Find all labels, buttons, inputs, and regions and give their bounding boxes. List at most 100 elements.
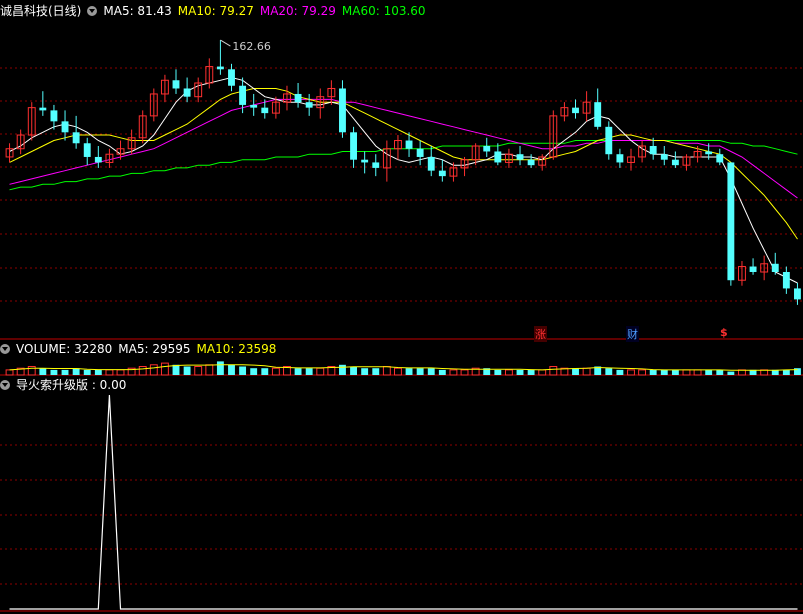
candle-body	[261, 107, 269, 114]
max-price-label: 162.66	[232, 40, 270, 53]
volume-bar	[538, 369, 547, 376]
candle-body	[605, 126, 613, 155]
volume-bar	[183, 366, 191, 375]
candle-body	[494, 151, 502, 163]
candle-body	[671, 159, 679, 166]
candle-body	[294, 93, 302, 103]
volume-bar	[361, 368, 369, 375]
volume-bar	[94, 369, 102, 375]
volume-bar	[372, 368, 380, 375]
volume-bar	[527, 369, 535, 375]
volume-bar	[239, 366, 247, 375]
volume-bar	[572, 368, 579, 375]
tag-finance[interactable]: 财	[626, 326, 639, 342]
volume-bar	[39, 368, 47, 375]
volume-bar	[261, 368, 269, 375]
volume-bar	[671, 369, 679, 375]
volume-bar	[682, 369, 691, 376]
candle-body	[94, 156, 102, 163]
volume-bar	[727, 371, 735, 375]
candle-body	[660, 154, 668, 160]
candle-body	[250, 104, 258, 108]
candle-body	[572, 107, 579, 114]
volume-bar	[305, 368, 313, 375]
volume-bar	[705, 369, 713, 375]
volume-bar	[339, 364, 346, 375]
volume-bar	[516, 369, 524, 375]
volume-bar	[72, 368, 80, 375]
volume-bar	[649, 369, 657, 375]
candle-body	[361, 159, 369, 163]
volume-bar	[782, 369, 790, 375]
volume-bar	[605, 368, 613, 375]
volume-bar	[549, 366, 558, 376]
indicator-line	[9, 394, 798, 610]
candle-body	[716, 154, 724, 163]
candle-body	[705, 151, 713, 155]
candle-body	[782, 272, 790, 289]
candle-body	[50, 110, 58, 122]
ma5-line	[9, 76, 798, 284]
candle-body	[72, 132, 80, 144]
volume-bar	[449, 369, 458, 376]
stock-chart[interactable]: 162.66	[0, 0, 803, 614]
volume-bar	[427, 368, 435, 375]
candle-body	[416, 148, 424, 157]
candle-body	[172, 80, 180, 89]
volume-bar	[316, 367, 325, 376]
volume-bar	[504, 369, 513, 376]
candle-body	[183, 88, 191, 97]
candle-body	[438, 170, 446, 177]
volume-ma-line	[9, 364, 798, 371]
volume-bar	[660, 369, 668, 375]
volume-bar	[582, 367, 591, 376]
candle-body	[350, 132, 358, 160]
candle-body	[39, 107, 47, 111]
volume-bar	[405, 368, 413, 375]
volume-bar	[83, 369, 91, 375]
volume-bar	[105, 369, 114, 376]
volume-bar	[350, 366, 358, 375]
candle-body	[727, 162, 735, 281]
candle-body	[649, 146, 657, 155]
candle-body	[405, 140, 413, 149]
volume-bar	[216, 361, 224, 375]
volume-bar	[627, 369, 635, 376]
max-price-pointer	[220, 39, 231, 47]
volume-bar	[294, 368, 302, 375]
candle-body	[216, 66, 224, 70]
volume-bar	[116, 369, 125, 376]
volume-bar	[138, 366, 147, 376]
candle-body	[527, 159, 535, 166]
candle-body	[339, 88, 346, 133]
volume-bar	[394, 367, 402, 376]
candle-body	[61, 121, 69, 133]
candle-body	[239, 85, 247, 105]
volume-bar	[382, 366, 391, 376]
tag-dollar[interactable]: $	[720, 326, 728, 339]
candle-body	[771, 263, 779, 272]
volume-bar	[616, 369, 624, 375]
candle-body	[483, 146, 491, 152]
volume-bar	[61, 369, 69, 375]
volume-bar	[50, 369, 58, 375]
candle-body	[516, 154, 524, 160]
volume-bar	[250, 368, 258, 375]
candle-body	[749, 266, 757, 272]
candle-body	[372, 162, 380, 168]
candle-body	[427, 156, 435, 171]
volume-bar	[205, 364, 214, 376]
volume-bar	[494, 369, 502, 375]
volume-bar	[693, 369, 702, 376]
candle-body	[594, 102, 602, 127]
candle-body	[794, 288, 801, 300]
volume-bar	[638, 369, 647, 376]
candle-body	[305, 102, 313, 108]
volume-bar	[228, 364, 235, 375]
candle-body	[228, 69, 235, 86]
volume-bar	[172, 364, 180, 375]
volume-bar	[271, 367, 280, 376]
tag-rise[interactable]: 涨	[534, 326, 547, 342]
ma10-line	[9, 88, 798, 240]
volume-bar	[460, 369, 469, 376]
